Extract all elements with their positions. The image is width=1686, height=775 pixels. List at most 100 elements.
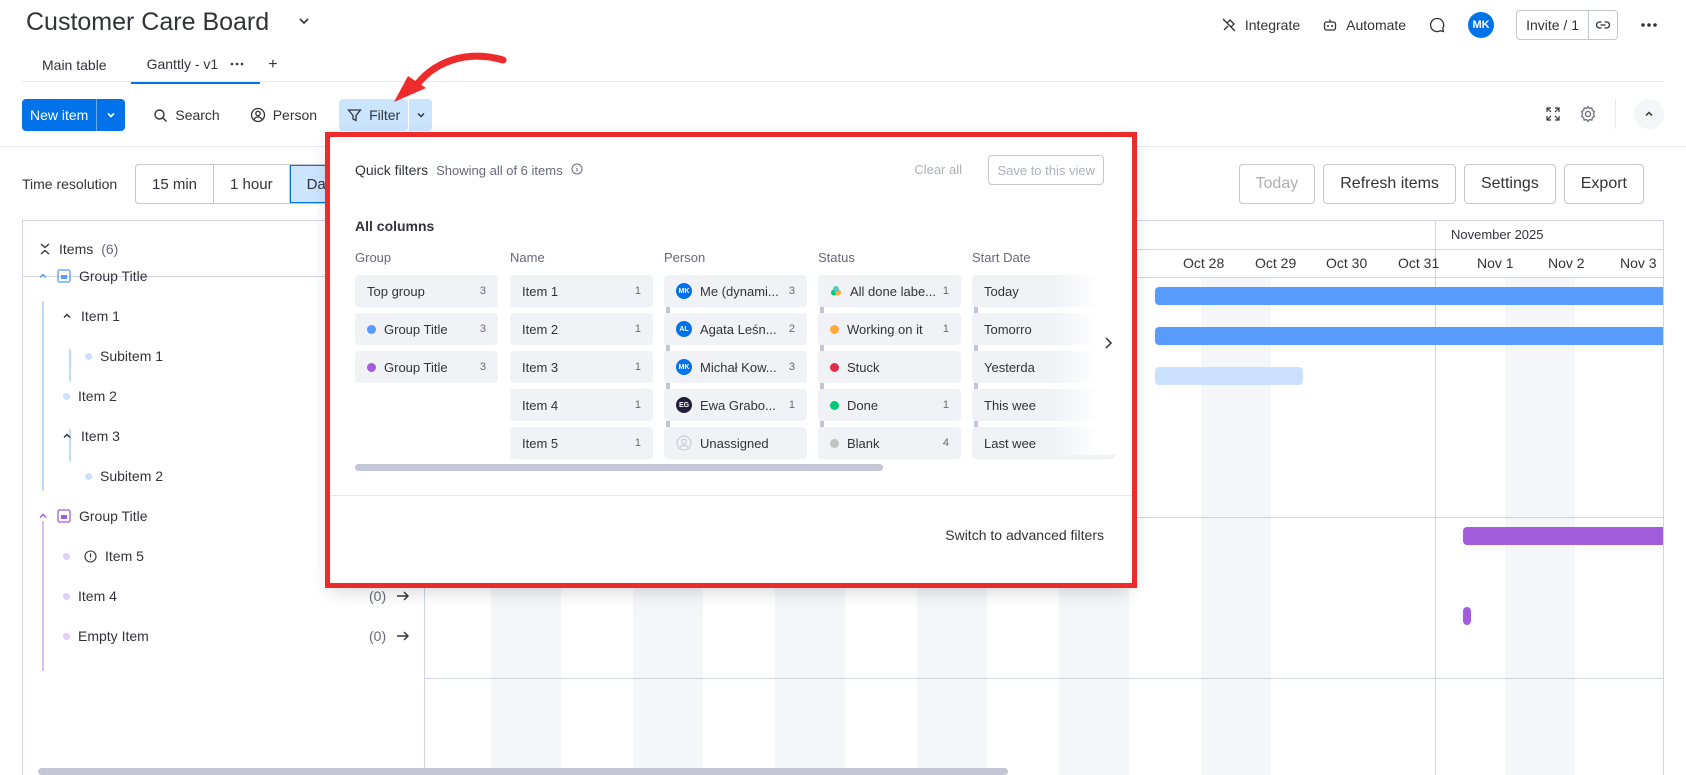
item-row[interactable]: Empty Item xyxy=(63,628,149,644)
item-row[interactable]: Item 1 xyxy=(61,308,120,324)
item-row[interactable]: Item 5 xyxy=(63,548,144,564)
new-item-button[interactable]: New item xyxy=(22,99,98,131)
board-title[interactable]: Customer Care Board xyxy=(26,8,269,37)
status-dot xyxy=(63,552,70,560)
day-label: Nov 3 xyxy=(1620,255,1657,271)
item-row[interactable]: Item 2 xyxy=(63,388,117,404)
group-icon xyxy=(57,509,71,523)
refresh-items-button[interactable]: Refresh items xyxy=(1323,164,1456,204)
info-icon xyxy=(84,549,97,563)
collapse-all-icon[interactable] xyxy=(39,242,51,256)
new-item-group: New item xyxy=(22,99,126,131)
subitem-row[interactable]: Subitem 2 xyxy=(85,468,163,484)
group-row[interactable]: Group Title xyxy=(37,268,147,284)
tab-more-icon[interactable] xyxy=(230,62,244,66)
items-title: Items xyxy=(59,241,94,257)
top-actions: Integrate Automate MK Invite / 1 xyxy=(1221,10,1658,40)
settings-button[interactable]: Settings xyxy=(1463,164,1556,204)
resolution-1hour[interactable]: 1 hour xyxy=(214,165,290,203)
resolution-15min[interactable]: 15 min xyxy=(136,165,215,203)
gantt-bar[interactable] xyxy=(1463,527,1663,545)
integrate-label: Integrate xyxy=(1244,17,1301,33)
status-dot xyxy=(63,632,70,640)
group-line xyxy=(42,521,44,671)
chevron-up-icon[interactable] xyxy=(37,270,49,282)
item-label: Item 5 xyxy=(105,548,144,564)
subitem-row[interactable]: Subitem 1 xyxy=(85,348,163,364)
today-button[interactable]: Today xyxy=(1238,164,1316,204)
divider xyxy=(425,678,1663,679)
fullscreen-icon[interactable] xyxy=(1545,106,1561,122)
person-icon xyxy=(250,107,266,123)
invite-group: Invite / 1 xyxy=(1516,10,1618,40)
more-options-icon[interactable] xyxy=(1640,22,1658,28)
item-subitems[interactable]: (0) xyxy=(369,588,410,604)
item-label: Item 3 xyxy=(81,428,120,444)
chevron-up-icon[interactable] xyxy=(61,310,73,322)
month-label: November 2025 xyxy=(1451,227,1544,242)
status-dot xyxy=(85,352,92,360)
robot-icon xyxy=(1322,17,1338,33)
search-icon xyxy=(153,108,168,123)
gantt-actions: Today Refresh items Settings Export xyxy=(1238,164,1644,204)
person-button[interactable]: Person xyxy=(242,99,325,131)
annotation-arrow-icon xyxy=(388,52,508,115)
subitem-label: Subitem 2 xyxy=(100,468,164,484)
time-resolution-label: Time resolution xyxy=(22,176,118,192)
item-row[interactable]: Item 3 xyxy=(61,428,120,444)
tab-ganttly[interactable]: Ganttly - v1 xyxy=(130,50,261,84)
export-button[interactable]: Export xyxy=(1563,164,1644,204)
day-label: Oct 29 xyxy=(1255,255,1297,271)
item-label: Item 4 xyxy=(78,588,117,604)
gantt-bar[interactable] xyxy=(1155,367,1303,385)
day-label: Oct 31 xyxy=(1398,255,1440,271)
gantt-milestone[interactable] xyxy=(1463,607,1471,625)
arrow-right-icon[interactable] xyxy=(396,588,410,604)
chevron-up-icon[interactable] xyxy=(37,510,49,522)
chevron-up-icon[interactable] xyxy=(61,430,73,442)
search-label: Search xyxy=(175,107,220,123)
group-icon xyxy=(57,269,71,283)
comment-icon[interactable] xyxy=(1428,16,1446,34)
gear-icon[interactable] xyxy=(1579,105,1597,123)
chevron-down-icon[interactable] xyxy=(97,99,125,131)
tab-ganttly-label: Ganttly - v1 xyxy=(146,56,219,72)
time-resolution-selector: 15 min 1 hour Da xyxy=(135,164,355,204)
day-label: Nov 2 xyxy=(1548,255,1585,271)
avatar[interactable]: MK xyxy=(1468,12,1495,38)
collapse-icon[interactable] xyxy=(1634,99,1664,129)
items-count: (6) xyxy=(101,241,119,257)
group-title: Group Title xyxy=(79,268,148,284)
search-button[interactable]: Search xyxy=(145,99,227,131)
chevron-down-icon[interactable] xyxy=(297,14,311,33)
tab-main-table[interactable]: Main table xyxy=(26,51,123,83)
divider xyxy=(22,81,1664,82)
item-label: Item 2 xyxy=(78,388,117,404)
horizontal-scrollbar[interactable] xyxy=(38,768,1008,775)
item-label: Item 1 xyxy=(81,308,120,324)
toolbar-right xyxy=(1545,99,1664,129)
automate-button[interactable]: Automate xyxy=(1322,17,1406,33)
subitem-count: (0) xyxy=(369,628,387,644)
arrow-right-icon[interactable] xyxy=(396,628,410,644)
integrate-icon xyxy=(1221,17,1237,33)
weekend-shade xyxy=(1201,277,1271,775)
group-line xyxy=(42,301,44,491)
subitem-count: (0) xyxy=(369,588,387,604)
gantt-bar[interactable] xyxy=(1155,327,1663,345)
weekend-shade xyxy=(1505,277,1575,775)
integrate-button[interactable]: Integrate xyxy=(1221,17,1300,33)
add-view-icon[interactable]: + xyxy=(268,56,277,78)
item-row[interactable]: Item 4 xyxy=(63,588,117,604)
group-title: Group Title xyxy=(79,508,148,524)
group-row[interactable]: Group Title xyxy=(37,508,147,524)
link-icon[interactable] xyxy=(1589,11,1617,39)
toolbar: New item Search Person Filter xyxy=(22,99,433,131)
automate-label: Automate xyxy=(1346,17,1407,33)
item-subitems[interactable]: (0) xyxy=(369,628,410,644)
gantt-bar[interactable] xyxy=(1155,287,1663,305)
invite-button[interactable]: Invite / 1 xyxy=(1517,11,1589,39)
status-dot xyxy=(85,472,92,480)
day-label: Oct 28 xyxy=(1183,255,1225,271)
subitem-line xyxy=(69,349,71,381)
